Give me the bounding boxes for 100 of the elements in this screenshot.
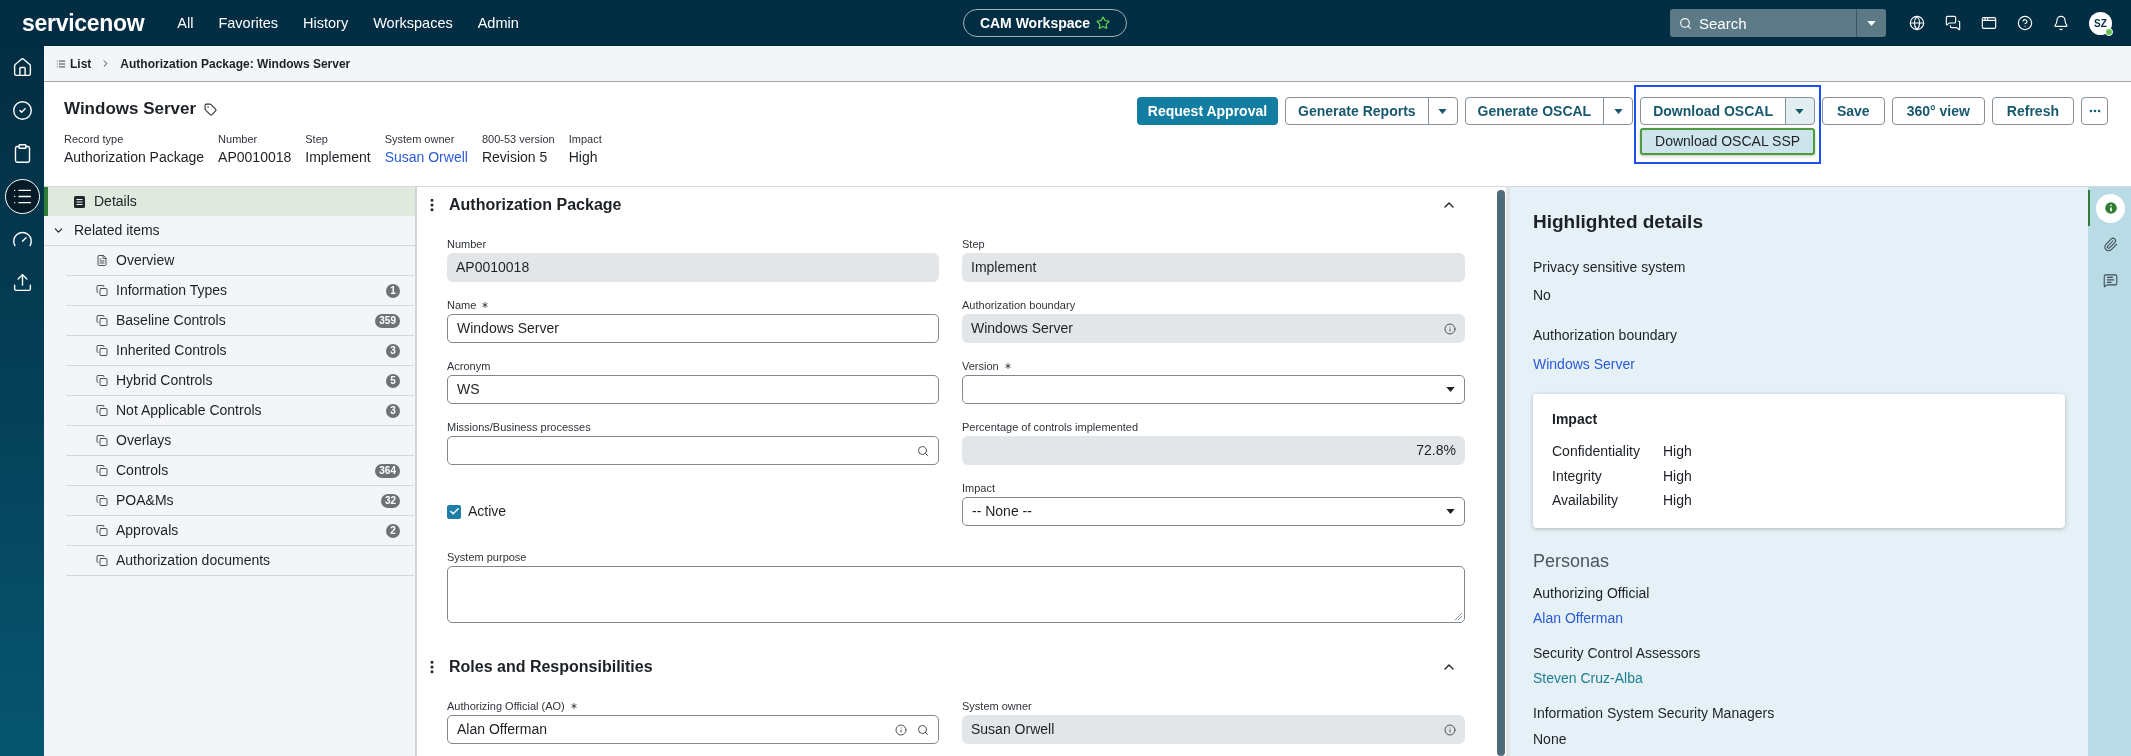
pages-icon bbox=[96, 464, 108, 477]
lookup-field[interactable]: Alan Offerman bbox=[447, 715, 939, 744]
nav-menu-item[interactable]: History bbox=[303, 13, 349, 33]
scrollbar-thumb[interactable] bbox=[1497, 190, 1505, 756]
related-item[interactable]: POA&Ms 32 bbox=[66, 486, 414, 516]
checkbox[interactable] bbox=[447, 504, 461, 519]
dropdown-field[interactable]: -- None -- bbox=[962, 497, 1465, 526]
related-item[interactable]: Approvals 2 bbox=[66, 516, 414, 546]
related-items-toggle[interactable]: Related items bbox=[44, 216, 415, 246]
related-item[interactable]: Overlays bbox=[66, 426, 414, 456]
nav-menu-item[interactable]: All bbox=[177, 13, 194, 33]
persona-link[interactable]: Alan Offerman bbox=[1533, 608, 1623, 628]
split-action-button[interactable]: Generate OSCAL bbox=[1464, 97, 1605, 125]
pages-icon bbox=[96, 524, 108, 537]
section-heading: Personas bbox=[1533, 550, 1611, 573]
meta-label: Record type bbox=[64, 132, 125, 146]
related-item[interactable]: Not Applicable Controls 3 bbox=[66, 396, 414, 426]
breadcrumb-current: Authorization Package: Windows Server bbox=[120, 55, 351, 73]
related-item[interactable]: Inherited Controls 3 bbox=[66, 336, 414, 366]
search-icon[interactable] bbox=[917, 723, 929, 736]
sidebar-nav-button[interactable] bbox=[4, 179, 40, 214]
nav-menu-item[interactable]: Favorites bbox=[218, 13, 279, 33]
related-item[interactable]: Baseline Controls 359 bbox=[66, 306, 414, 336]
breadcrumb-link[interactable]: List bbox=[56, 54, 92, 73]
resize-grip-icon[interactable] bbox=[1454, 612, 1462, 620]
info-icon[interactable] bbox=[895, 723, 907, 736]
text-field[interactable]: WS bbox=[447, 375, 939, 404]
info-icon[interactable] bbox=[1444, 723, 1456, 736]
request-approval-button[interactable]: Request Approval bbox=[1136, 97, 1279, 125]
window-icon[interactable] bbox=[1981, 15, 1997, 31]
card-title: Impact bbox=[1552, 410, 1599, 429]
action-button[interactable]: Refresh bbox=[1991, 97, 2074, 125]
related-item[interactable]: Controls 364 bbox=[66, 456, 414, 486]
dropdown-field[interactable] bbox=[962, 375, 1465, 404]
detail-label: Authorization boundary bbox=[1533, 326, 1678, 345]
comment-icon bbox=[2103, 272, 2118, 288]
notifications-icon[interactable] bbox=[2053, 15, 2069, 31]
pages-icon bbox=[96, 404, 108, 417]
impact-value: High bbox=[1663, 466, 1692, 486]
info-icon bbox=[2096, 193, 2125, 223]
count-badge: 32 bbox=[380, 493, 400, 508]
search-scope-button[interactable] bbox=[1856, 9, 1886, 37]
more-actions-button[interactable] bbox=[2081, 97, 2108, 125]
count-badge: 2 bbox=[386, 523, 400, 538]
help-icon[interactable] bbox=[2017, 15, 2033, 31]
search-icon[interactable] bbox=[917, 444, 929, 457]
persona-link[interactable]: Steven Cruz-Alba bbox=[1533, 668, 1643, 688]
dropdown-toggle-button[interactable] bbox=[1603, 97, 1634, 125]
pages-icon bbox=[96, 344, 108, 357]
details-tab[interactable]: Details bbox=[44, 187, 415, 216]
related-item[interactable]: Hybrid Controls 5 bbox=[66, 366, 414, 396]
field-label: Authorizing Official (AO) bbox=[447, 699, 565, 713]
lookup-field[interactable] bbox=[447, 436, 939, 465]
detail-link[interactable]: Windows Server bbox=[1533, 354, 1635, 374]
read-only-field: Windows Server bbox=[962, 314, 1465, 343]
dropdown-toggle-button[interactable] bbox=[1427, 97, 1458, 125]
split-action-button[interactable]: Download OSCAL bbox=[1640, 97, 1786, 125]
meta-value: AP0010018 bbox=[218, 148, 292, 166]
section-title: Authorization Package bbox=[449, 195, 622, 215]
search-field[interactable]: Search bbox=[1670, 9, 1856, 37]
meta-link[interactable]: Susan Orwell bbox=[384, 148, 468, 166]
search-icon bbox=[1679, 16, 1692, 30]
caret-icon bbox=[1867, 20, 1876, 26]
field-label: Name bbox=[447, 298, 477, 312]
home-icon bbox=[11, 57, 33, 78]
pages-icon bbox=[96, 434, 108, 447]
persona-value: None bbox=[1533, 730, 1568, 749]
action-button[interactable]: 360° view bbox=[1891, 97, 1985, 125]
read-only-field: AP0010018 bbox=[447, 253, 939, 282]
field-label: System purpose bbox=[447, 550, 527, 564]
dropdown-toggle-button[interactable] bbox=[1784, 97, 1815, 125]
related-item[interactable]: Information Types 1 bbox=[66, 276, 414, 306]
nav-menu-item[interactable]: Workspaces bbox=[373, 13, 453, 33]
text-field[interactable]: Windows Server bbox=[447, 314, 939, 343]
pages-icon bbox=[96, 374, 108, 387]
info-icon[interactable] bbox=[1444, 322, 1456, 335]
logo[interactable]: servicenow bbox=[22, 11, 145, 35]
dropdown-menu-item[interactable]: Download OSCAL SSP bbox=[1640, 128, 1815, 155]
nav-menu-item[interactable]: Admin bbox=[477, 13, 519, 33]
user-avatar[interactable]: SZ bbox=[2089, 11, 2112, 35]
globe-icon[interactable] bbox=[1909, 15, 1925, 31]
chat-icon[interactable] bbox=[1945, 15, 1961, 31]
record-title: Windows Server bbox=[64, 98, 197, 121]
field-label: Acronym bbox=[447, 359, 491, 373]
caret-icon bbox=[1613, 108, 1623, 114]
text-area[interactable] bbox=[447, 566, 1465, 623]
detail-label: Privacy sensitive system bbox=[1533, 258, 1687, 277]
field-label: Impact bbox=[962, 481, 995, 495]
pages-icon bbox=[96, 494, 108, 507]
section-title: Roles and Responsibilities bbox=[449, 657, 653, 677]
read-only-field: Susan Orwell bbox=[962, 715, 1465, 744]
tag-icon[interactable] bbox=[204, 102, 218, 116]
related-item[interactable]: Authorization documents bbox=[66, 546, 414, 576]
action-button[interactable]: Save bbox=[1821, 97, 1885, 125]
meta-value: Authorization Package bbox=[64, 148, 205, 166]
related-item[interactable]: Overview bbox=[66, 246, 414, 276]
split-action-button[interactable]: Generate Reports bbox=[1285, 97, 1429, 125]
meta-value: High bbox=[568, 148, 599, 166]
impact-value: High bbox=[1663, 491, 1692, 510]
field-label: System owner bbox=[962, 699, 1032, 713]
